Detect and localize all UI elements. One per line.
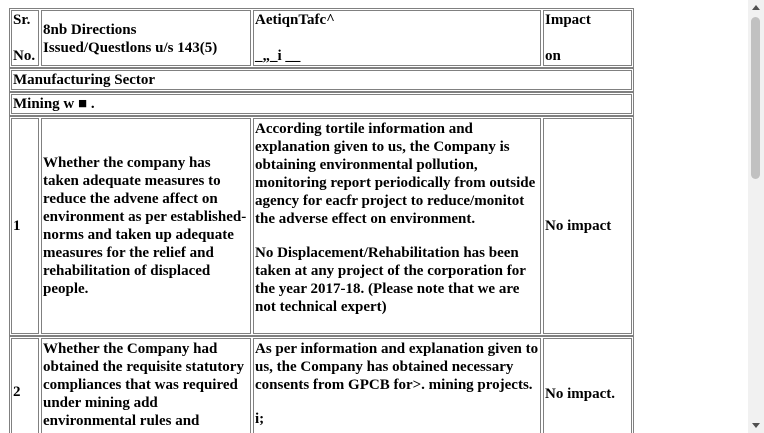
arrow-up-icon[interactable]: [752, 5, 760, 10]
header-action-line1: AetiqnTafc^: [255, 12, 335, 28]
scrollbar-thumb[interactable]: [751, 17, 760, 179]
header-directions-line1: 8nb Directions: [43, 22, 137, 38]
row-impact-cell: No impact: [543, 118, 632, 334]
row-impact: No impact: [545, 218, 612, 234]
header-directions-line2: Issued/Questlons u/s 143(5): [43, 40, 218, 56]
header-impact-line2: on: [545, 48, 561, 64]
row-impact-cell: No impact.: [543, 338, 632, 433]
section-label: Manufacturing Sector: [13, 72, 156, 88]
row-sr-cell: 1: [11, 118, 39, 334]
row-action-cell: According tortile information and explan…: [253, 118, 541, 334]
row-direction-cell: Whether the company has taken adequate m…: [41, 118, 251, 334]
row-direction-cell: Whether the Company had obtained the req…: [41, 338, 251, 433]
section-label: Mining w ■ .: [13, 96, 95, 112]
row-impact: No impact.: [545, 386, 615, 402]
document-page: Sr. No. 8nb Directions Issued/Questlons …: [0, 0, 748, 433]
header-sr-line1: Sr.: [13, 12, 31, 28]
header-impact-cell: Impact on: [543, 10, 632, 66]
row-sr-cell: 2: [11, 338, 39, 433]
header-sr-line2: No.: [13, 48, 36, 64]
row-direction: Whether the company has taken adequate m…: [43, 155, 247, 297]
header-sr-cell: Sr. No.: [11, 10, 39, 66]
arrow-down-icon[interactable]: [752, 423, 760, 428]
header-directions-cell: 8nb Directions Issued/Questlons u/s 143(…: [41, 10, 251, 66]
row-sr: 2: [13, 384, 21, 400]
row-action-para1: According tortile information and explan…: [255, 121, 536, 227]
vertical-scrollbar[interactable]: [748, 0, 764, 433]
section-mining-cell: Mining w ■ .: [11, 94, 632, 114]
row-sr: 1: [13, 218, 21, 234]
header-action-cell: AetiqnTafc^ _„_i __: [253, 10, 541, 66]
header-impact-line1: Impact: [545, 12, 591, 28]
row-action-cell: As per information and explanation given…: [253, 338, 541, 433]
row-action-para2: No Displacement/Rehabilitation has been …: [255, 245, 526, 315]
header-action-line2: _„_i __: [255, 48, 301, 64]
row-direction: Whether the Company had obtained the req…: [43, 341, 244, 429]
section-manufacturing-cell: Manufacturing Sector: [11, 70, 632, 90]
row-action-para1: As per information and explanation given…: [255, 341, 539, 393]
row-action-para2: i;: [255, 411, 265, 427]
